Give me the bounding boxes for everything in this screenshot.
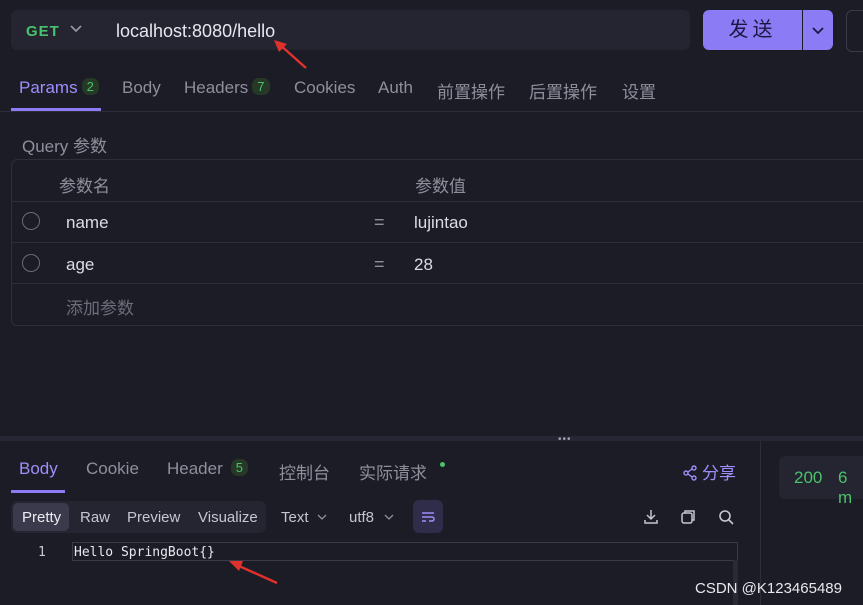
more-button[interactable] [846, 10, 863, 52]
view-raw-button[interactable]: Raw [80, 509, 110, 526]
response-time: 6 m [838, 468, 853, 507]
url-bar[interactable] [11, 10, 690, 50]
query-params-label: Query 参数 [22, 137, 108, 156]
tab-body[interactable]: Body [122, 78, 161, 98]
download-icon[interactable] [642, 508, 660, 526]
panel-resize-handle[interactable] [0, 436, 863, 441]
param-name-field[interactable]: age [66, 255, 94, 275]
watermark: CSDN @K123465489 [695, 580, 842, 597]
tab-pre-operations[interactable]: 前置操作 [437, 78, 505, 103]
response-tab-console[interactable]: 控制台 [279, 459, 330, 484]
send-options-button[interactable] [803, 10, 833, 50]
view-pretty-button[interactable]: Pretty [22, 509, 61, 526]
search-icon[interactable] [717, 508, 735, 526]
param-value-field[interactable]: lujintao [414, 213, 468, 233]
add-param-input[interactable]: 添加参数 [66, 294, 134, 319]
tab-cookies[interactable]: Cookies [294, 78, 355, 98]
url-input[interactable]: localhost:8080/hello [116, 21, 275, 42]
tab-headers[interactable]: Headers 7 [184, 78, 270, 98]
format-select[interactable]: Text [281, 509, 327, 526]
tabs-divider [0, 111, 863, 112]
param-name-field[interactable]: name [66, 213, 109, 233]
line-number: 1 [38, 545, 46, 560]
response-tab-header[interactable]: Header 5 [167, 459, 248, 479]
share-icon [683, 465, 697, 481]
column-header-name: 参数名 [59, 177, 110, 196]
copy-icon[interactable] [679, 508, 697, 526]
share-button[interactable]: 分享 [682, 459, 736, 484]
chevron-down-icon[interactable] [68, 20, 84, 36]
chevron-down-icon [317, 514, 327, 520]
annotation-arrow [274, 40, 307, 69]
response-tab-cookie[interactable]: Cookie [86, 459, 139, 479]
header-count-badge: 5 [230, 459, 248, 476]
response-tab-actual-request[interactable]: 实际请求 [359, 459, 427, 484]
row-divider [12, 242, 863, 243]
param-operator: = [374, 254, 385, 274]
param-enable-toggle[interactable] [22, 254, 40, 272]
column-header-value: 参数值 [415, 177, 466, 196]
param-operator: = [374, 212, 385, 232]
active-tab-indicator [11, 490, 65, 493]
method-select[interactable]: GET [26, 23, 60, 40]
param-enable-toggle[interactable] [22, 212, 40, 230]
drag-grip-icon[interactable]: ••• [558, 435, 572, 445]
headers-count-badge: 7 [252, 78, 270, 95]
send-button[interactable]: 发送 [703, 10, 802, 50]
row-divider [12, 201, 863, 202]
wrap-lines-icon [422, 512, 435, 522]
tab-auth[interactable]: Auth [378, 78, 413, 98]
param-value-field[interactable]: 28 [414, 255, 433, 275]
tab-params[interactable]: Params 2 [19, 78, 99, 98]
encoding-select[interactable]: utf8 [349, 509, 394, 526]
view-visualize-button[interactable]: Visualize [198, 509, 258, 526]
view-preview-button[interactable]: Preview [127, 509, 180, 526]
code-line: Hello SpringBoot{} [74, 545, 215, 560]
tab-settings[interactable]: 设置 [622, 78, 656, 103]
row-divider [12, 283, 863, 284]
chevron-down-icon [812, 27, 824, 35]
status-dot [440, 462, 445, 467]
chevron-down-icon [384, 514, 394, 520]
status-code: 200 [794, 468, 823, 487]
tab-post-operations[interactable]: 后置操作 [529, 78, 597, 103]
annotation-arrow [229, 561, 278, 585]
wrap-lines-button[interactable] [413, 500, 443, 533]
params-count-badge: 2 [81, 78, 99, 95]
response-tab-body[interactable]: Body [19, 459, 58, 479]
